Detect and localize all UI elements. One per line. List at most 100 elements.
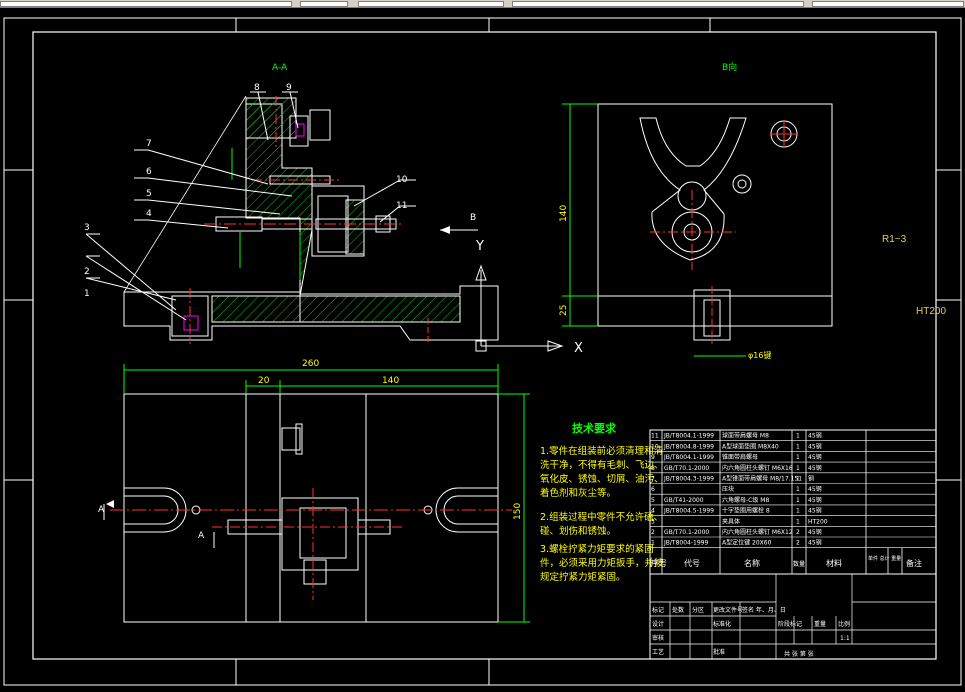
tb-scale-value: 1:1	[840, 635, 850, 642]
tb-design: 设计	[652, 620, 664, 628]
bom-cell: A型球面垫圈 M8X40	[722, 442, 779, 450]
notes-line-3: 氧化皮、锈蚀、切屑、油污、	[540, 473, 664, 485]
svg-text:A: A	[198, 531, 205, 541]
bom-cell: 2	[796, 529, 800, 536]
bom-header-remark: 备注	[906, 558, 922, 568]
bom-cell: 7	[651, 476, 655, 483]
bom-cell: 1	[796, 486, 800, 493]
bom-cell: 5	[651, 497, 655, 504]
tb-process: 工艺	[652, 648, 664, 656]
bom-cell: 1	[796, 497, 800, 504]
balloon-6: 6	[146, 167, 152, 177]
tb-review: 审核	[652, 634, 664, 642]
bom-header-code: 代号	[684, 558, 700, 568]
bom-cell: JB/T8004.1-1999	[663, 454, 714, 461]
bom-cell: 11	[651, 433, 659, 440]
bom-cell: JB/T8004.3-1999	[663, 476, 714, 483]
bom-table: 11 JB/T8004.1-1999 球面带肩螺母 M8 1 45钢10 JB/T8004…	[649, 429, 937, 575]
balloon-10: 10	[396, 175, 408, 185]
balloon-3: 3	[84, 223, 90, 233]
svg-text:B: B	[470, 213, 476, 223]
dim-center-width: 140	[382, 376, 399, 386]
bom-cell: 锥面带肩螺母	[722, 453, 758, 461]
bom-cell: 夹具体	[722, 517, 740, 525]
dim-viewb-base: 25	[559, 305, 569, 316]
tb-scale: 比例	[838, 620, 850, 628]
bom-cell: 45钢	[808, 464, 822, 472]
bom-cell: 45钢	[808, 528, 822, 536]
balloon-4: 4	[146, 209, 152, 219]
bom-cell: 内六角圆柱头螺钉 M6X16	[722, 464, 793, 472]
toolbar-field-2[interactable]	[300, 1, 348, 7]
notes-line-9: 规定拧紧力矩紧固。	[540, 571, 626, 583]
bom-cell: 1	[796, 508, 800, 515]
bom-cell: 1	[796, 465, 800, 472]
bom-cell: 45钢	[808, 485, 822, 493]
bom-cell: 4	[651, 508, 655, 515]
toolbar-field-3[interactable]	[358, 1, 504, 7]
section-label: A-A	[272, 63, 288, 73]
application-toolbar-strip	[0, 0, 965, 8]
notes-line-4: 着色剂和灰尘等。	[540, 487, 616, 499]
bom-cell: 6	[651, 486, 655, 493]
bom-cell: 8	[651, 465, 655, 472]
bom-cell: JB/T8004.1-1999	[663, 433, 714, 440]
dim-overall-width: 260	[302, 359, 319, 369]
bom-cell: 45钢	[808, 453, 822, 461]
technical-notes: 技术要求 1.零件在组装前必须清理和清 洗干净，不得有毛刺、飞边、 氧化皮、锈蚀…	[540, 421, 664, 583]
bom-cell: 1	[651, 540, 655, 547]
roughness-label: R1~3	[882, 234, 907, 245]
cad-drawing-canvas[interactable]: A-A 1 2 3 4 5 6 7 8 9 10 11 B Y X B向 140…	[0, 8, 965, 692]
plan-view: A A 260 20 140 150	[98, 359, 530, 623]
bom-cell: 内六角圆柱头螺钉 M6X12	[722, 528, 793, 536]
bom-cell: 9	[651, 454, 655, 461]
bom-cell: 45钢	[808, 507, 822, 515]
toolbar-field-5[interactable]	[812, 1, 964, 7]
ucs-icon: Y X	[475, 239, 583, 356]
tb-mark: 标记	[652, 606, 664, 614]
toolbar-field-4[interactable]	[512, 1, 804, 7]
bom-cell: GB/T41-2000	[664, 497, 704, 504]
bom-cell: 1	[796, 518, 800, 525]
bom-cell: 十字垫圈用螺栓 8	[722, 507, 770, 515]
notes-line-1: 1.零件在组装前必须清理和清	[540, 445, 664, 457]
balloon-11: 11	[396, 201, 407, 211]
bom-cell: GB/T70.1-2000	[664, 529, 709, 536]
tb-approve: 批准	[713, 648, 725, 656]
bom-cell: 球面带肩螺母 M8	[722, 432, 769, 440]
notes-title: 技术要求	[572, 421, 617, 435]
notes-line-8: 件，必须采用力矩扳手，并按	[540, 557, 664, 569]
bom-cell: JB/T8004.8-1999	[663, 443, 714, 450]
view-b: B向 140 25 φ16键	[559, 61, 833, 360]
notes-line-5: 2.组装过程中零件不允许磕、	[540, 511, 663, 523]
notes-line-7: 3.螺栓拧紧力矩要求的紧固	[540, 543, 654, 555]
svg-text:X: X	[574, 341, 583, 356]
bom-cell: 2	[796, 540, 800, 547]
bom-cell: 3	[651, 518, 655, 525]
dim-left-offset: 20	[258, 376, 270, 386]
bom-cell: 45钢	[808, 442, 822, 450]
balloon-2: 2	[84, 267, 90, 277]
bom-cell: JB/T8004.5-1999	[663, 508, 714, 515]
balloon-9: 9	[286, 83, 292, 93]
material-label: HT200	[916, 306, 947, 317]
bom-cell: 压块	[722, 485, 734, 493]
bom-cell: HT200	[808, 518, 828, 525]
bom-cell: 1	[796, 433, 800, 440]
bom-header-name: 名称	[744, 558, 760, 568]
view-b-label: B向	[722, 61, 737, 73]
tb-stage-mark: 阶段标记	[778, 620, 802, 628]
bom-header-weight: 单件 总计 重量	[868, 555, 901, 562]
tb-count: 处数	[672, 606, 684, 614]
bom-cell: 1	[796, 454, 800, 461]
dim-viewb-bottom: φ16键	[748, 350, 771, 360]
dim-viewb-height: 140	[559, 205, 569, 222]
svg-text:A: A	[98, 505, 105, 515]
toolbar-field-1[interactable]	[0, 1, 292, 7]
balloon-1: 1	[84, 289, 90, 299]
tb-zone: 分区	[692, 606, 704, 614]
bom-cell: 10	[651, 443, 659, 450]
view-arrow-b: B	[440, 213, 478, 234]
bom-cell: GB/T70.1-2000	[664, 465, 709, 472]
svg-text:Y: Y	[475, 239, 484, 254]
